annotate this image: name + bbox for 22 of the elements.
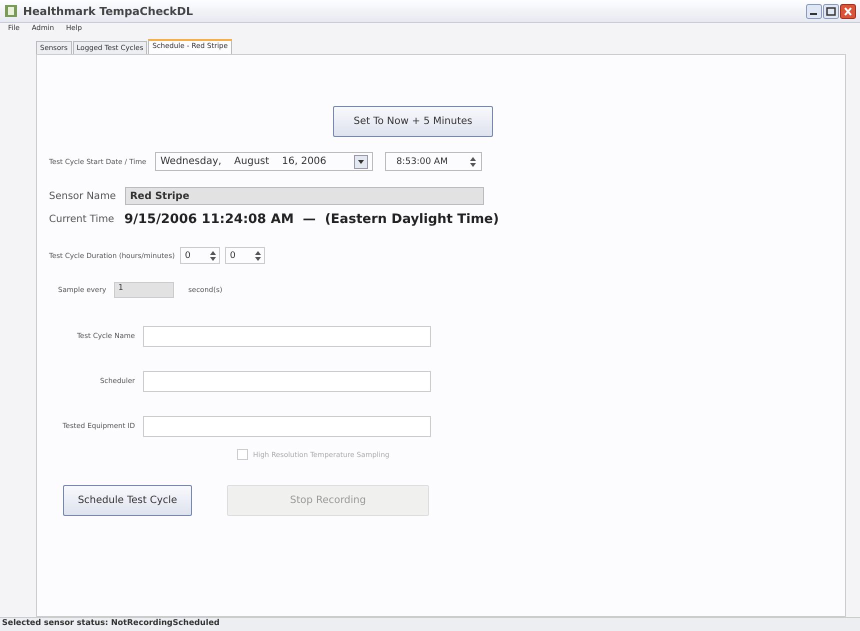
input-field[interactable] (143, 326, 431, 346)
sample-field: 1 (114, 282, 174, 298)
input-field[interactable] (143, 416, 431, 436)
dropdown-icon[interactable] (354, 154, 368, 168)
sensor-name-field: Red Stripe (124, 187, 484, 205)
status-bar: Selected sensor status: NotRecordingScheduled (0, 617, 860, 631)
date-picker[interactable]: Wednesday, August 16, 2006 (155, 152, 374, 171)
app-icon (4, 4, 18, 18)
time-field[interactable]: 8:53:00 AM (385, 152, 482, 171)
minutes-spinner[interactable]: 0 (224, 247, 265, 264)
close-icon[interactable] (840, 4, 856, 18)
maximize-icon[interactable] (823, 4, 839, 18)
spinner-icon[interactable] (469, 154, 478, 168)
field-label: Current Time (49, 214, 114, 225)
action-button[interactable]: Schedule Test Cycle (63, 485, 192, 516)
input-field[interactable] (143, 370, 431, 392)
window-title: Healthmark TempaCheckDL (23, 4, 194, 18)
hours-spinner[interactable]: 0 (180, 247, 220, 264)
set-time-button[interactable]: Set To Now + 5 Minutes (333, 106, 493, 137)
current-time-text: 9/15/2006 11:24:08 AM — (Eastern Daylight Time) (124, 212, 499, 227)
minimize-icon[interactable] (806, 4, 822, 18)
field-label: Sensor Name (49, 190, 116, 202)
